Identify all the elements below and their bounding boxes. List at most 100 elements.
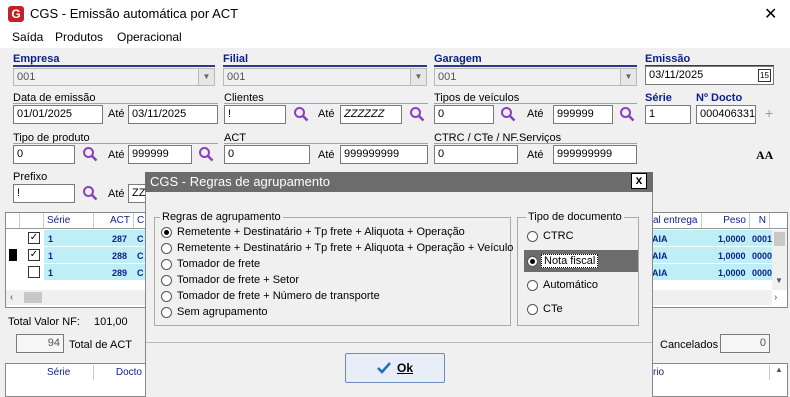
scroll-down-icon[interactable]: ▼ — [775, 276, 783, 285]
tipos-veiculos-separator — [434, 103, 637, 104]
row-checkbox[interactable]: ✓ — [28, 249, 40, 261]
clientes-to-input[interactable]: ZZZZZZ — [340, 105, 402, 124]
calendar-icon[interactable]: 15 — [758, 69, 771, 82]
scrollbar-thumb[interactable] — [24, 292, 42, 303]
option-radio[interactable] — [161, 275, 172, 286]
option-radio[interactable] — [161, 227, 172, 238]
data-emissao-from-input[interactable]: 01/01/2025 — [13, 105, 103, 124]
tipo-produto-from-input[interactable]: 0 — [13, 145, 75, 164]
prefixo-from-input[interactable]: ! — [13, 184, 75, 203]
row-indicator-icon — [9, 249, 17, 261]
clientes-from-input[interactable]: ! — [224, 105, 286, 124]
option-radio[interactable] — [161, 291, 172, 302]
modal-title-bar: CGS - Regras de agrupamento — [145, 172, 653, 192]
option-radio[interactable] — [161, 243, 172, 254]
ate-label: Até — [318, 149, 335, 161]
option-label[interactable]: Remetente + Destinatário + Tp frete + Al… — [177, 242, 513, 254]
search-icon[interactable] — [198, 146, 214, 162]
menu-produtos[interactable]: Produtos — [55, 30, 103, 44]
option-radio[interactable] — [161, 259, 172, 270]
option-label[interactable]: Tomador de frete — [177, 258, 260, 270]
option-radio[interactable] — [161, 307, 172, 318]
scroll-up-icon[interactable]: ▲ — [775, 365, 783, 374]
doc-type-label[interactable]: Automático — [543, 279, 598, 291]
option-label[interactable]: Tomador de frete + Número de transporte — [177, 290, 380, 302]
serie-input[interactable]: 1 — [645, 105, 691, 124]
row-act: 288 — [112, 251, 128, 261]
ok-button[interactable]: Ok — [345, 353, 445, 383]
option-label[interactable]: Sem agrupamento — [177, 306, 268, 318]
doc-type-radio[interactable] — [527, 304, 538, 315]
table-row[interactable] — [44, 264, 146, 280]
plus-icon[interactable]: + — [765, 105, 773, 121]
row-entrega: AIA — [652, 234, 668, 244]
empresa-select[interactable]: 001 ▼ — [13, 68, 215, 86]
ate-label: Até — [527, 108, 544, 120]
tipo-produto-to-input[interactable]: 999999 — [128, 145, 192, 164]
font-icon[interactable]: AA — [756, 148, 773, 163]
table-row[interactable] — [44, 230, 146, 246]
window-title: CGS - Emissão automática por ACT — [30, 6, 239, 21]
modal-close-button[interactable]: x — [631, 173, 647, 189]
grid2-header-right: rio — [650, 365, 770, 380]
chevron-down-icon[interactable]: ▼ — [620, 69, 636, 85]
filial-select[interactable]: 001 ▼ — [223, 68, 427, 86]
grid-header-n: N — [750, 213, 770, 228]
doc-type-radio[interactable] — [527, 231, 538, 242]
row-c: C — [137, 268, 144, 278]
grid-header-peso: Peso — [702, 213, 750, 228]
ate-label: Até — [318, 108, 335, 120]
search-icon[interactable] — [293, 106, 309, 122]
row-n: 0001 — [752, 234, 773, 244]
table-row[interactable] — [44, 247, 146, 263]
act-separator — [224, 143, 428, 144]
doc-type-label[interactable]: Nota fiscal — [541, 254, 599, 268]
chevron-down-icon[interactable]: ▼ — [198, 69, 214, 85]
agrupamento-group-title: Regras de agrupamento — [160, 211, 283, 223]
option-label[interactable]: Tomador de frete + Setor — [177, 274, 299, 286]
tipo-produto-separator — [13, 143, 218, 144]
scroll-right-icon[interactable]: › — [774, 292, 777, 303]
doc-type-radio[interactable] — [527, 256, 538, 267]
doc-type-radio[interactable] — [527, 280, 538, 291]
window-close-button[interactable]: ✕ — [764, 4, 777, 24]
tipos-veiculos-from-input[interactable]: 0 — [434, 105, 494, 124]
garagem-separator — [434, 65, 637, 67]
option-label[interactable]: Remetente + Destinatário + Tp frete + Al… — [177, 226, 465, 238]
ndocto-input[interactable]: 000406331 — [696, 105, 756, 124]
search-icon[interactable] — [82, 146, 98, 162]
scrollbar-thumb[interactable] — [774, 232, 785, 246]
grid-header-act: ACT — [94, 213, 134, 228]
search-icon[interactable] — [409, 106, 425, 122]
doc-type-label[interactable]: CTRC — [543, 230, 574, 242]
act-to-input[interactable]: 999999999 — [340, 145, 428, 164]
act-from-input[interactable]: 0 — [224, 145, 310, 164]
emissao-input[interactable]: 03/11/2025 — [645, 66, 774, 85]
scroll-left-icon[interactable]: ‹ — [10, 292, 13, 303]
data-emissao-to-input[interactable]: 03/11/2025 — [128, 105, 218, 124]
search-icon[interactable] — [619, 106, 635, 122]
row-peso: 1,0000 — [718, 234, 746, 244]
garagem-select[interactable]: 001 ▼ — [434, 68, 637, 86]
row-checkbox[interactable] — [28, 266, 40, 278]
total-act-label: Total de ACT — [69, 339, 132, 351]
doc-type-label[interactable]: CTe — [543, 303, 563, 315]
act-count-field: 94 — [16, 334, 64, 353]
search-icon[interactable] — [82, 185, 98, 201]
ctrc-to-input[interactable]: 999999999 — [553, 145, 637, 164]
row-checkbox[interactable]: ✓ — [28, 232, 40, 244]
grid2-header-docto: Docto — [94, 365, 146, 380]
search-icon[interactable] — [500, 106, 516, 122]
row-serie: 1 — [48, 268, 54, 278]
tipos-veiculos-to-input[interactable]: 999999 — [553, 105, 613, 124]
row-peso: 1,0000 — [718, 268, 746, 278]
ctrc-from-input[interactable]: 0 — [434, 145, 518, 164]
garagem-label: Garagem — [434, 53, 482, 65]
chevron-down-icon[interactable]: ▼ — [410, 69, 426, 85]
ctrc-separator — [434, 143, 637, 144]
row-serie: 1 — [48, 251, 54, 261]
data-emissao-separator — [13, 103, 218, 104]
total-nf-label: Total Valor NF: — [8, 316, 80, 328]
menu-saida[interactable]: Saída — [12, 30, 43, 44]
menu-operacional[interactable]: Operacional — [117, 30, 182, 44]
